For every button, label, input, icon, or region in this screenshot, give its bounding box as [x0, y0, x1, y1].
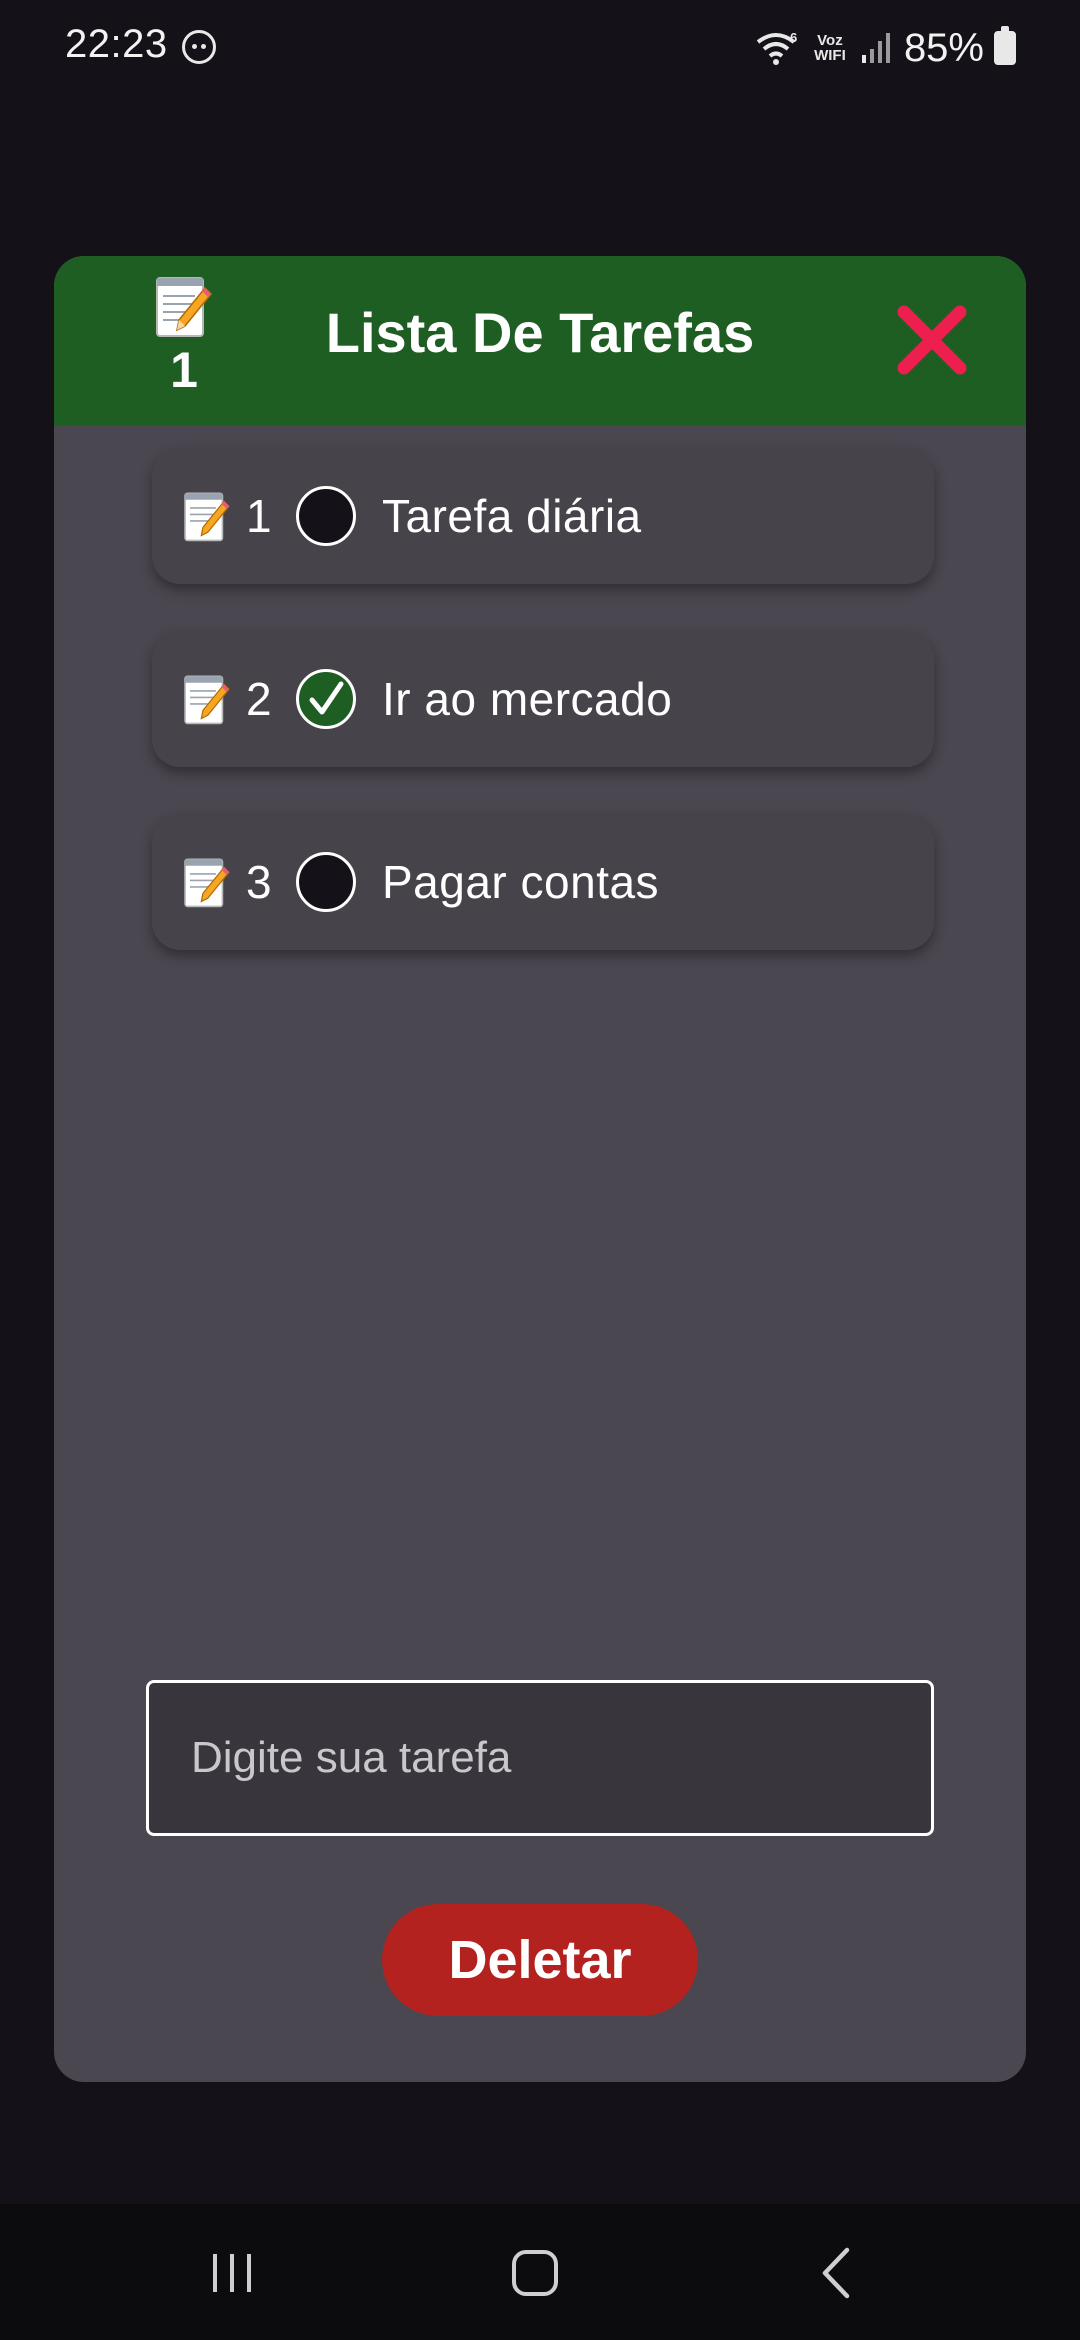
task-item[interactable]: 1 Tarefa diária	[152, 448, 934, 584]
memo-icon	[184, 858, 230, 908]
battery-icon	[994, 26, 1016, 65]
checkmark-icon	[309, 681, 344, 715]
task-text: Tarefa diária	[382, 490, 642, 542]
task-dialog: 1 Lista De Tarefas 1 Tarefa diária 2 Ir …	[54, 256, 1026, 2082]
back-icon[interactable]	[803, 2238, 873, 2308]
task-item[interactable]: 2 Ir ao mercado	[152, 631, 934, 767]
task-index: 2	[246, 673, 272, 725]
voz-label: Voz	[817, 32, 843, 49]
task-text: Ir ao mercado	[382, 673, 673, 725]
signal-icon	[861, 33, 890, 63]
close-icon[interactable]	[892, 300, 972, 380]
dialog-title: Lista De Tarefas	[325, 301, 755, 364]
navigation-bar	[0, 2204, 1080, 2340]
task-input-field	[146, 1680, 934, 1836]
wifi-label: WIFI	[814, 47, 846, 64]
task-checkbox-checked[interactable]	[296, 669, 356, 729]
task-text: Pagar contas	[382, 856, 660, 908]
task-item[interactable]: 3 Pagar contas	[152, 814, 934, 950]
status-bar: 22:23 6 Voz WIFI 85%	[0, 0, 1080, 96]
svg-text:6: 6	[790, 30, 797, 45]
status-icons: 6 Voz WIFI 85%	[756, 22, 1016, 74]
status-time: 22:23	[65, 22, 168, 66]
battery-level: 85%	[903, 25, 984, 70]
home-icon[interactable]	[500, 2238, 570, 2308]
task-index: 3	[246, 856, 272, 908]
dialog-header: 1 Lista De Tarefas	[54, 256, 1026, 426]
delete-button[interactable]: Deletar	[382, 1904, 698, 2016]
task-input[interactable]	[149, 1683, 931, 1833]
task-index: 1	[246, 490, 272, 542]
memo-icon	[184, 492, 230, 542]
task-checkbox[interactable]	[296, 486, 356, 546]
recents-icon[interactable]	[197, 2238, 267, 2308]
wifi-icon: 6	[756, 30, 797, 65]
memo-icon	[184, 675, 230, 725]
task-checkbox[interactable]	[296, 852, 356, 912]
task-list: 1 Tarefa diária 2 Ir ao mercado 3 Pagar …	[152, 448, 934, 997]
notification-cat-icon	[182, 30, 216, 64]
app-screen: 22:23 6 Voz WIFI 85% 1 Lista De Tarefas …	[0, 0, 1080, 2340]
volte-wifi-icon: Voz WIFI	[810, 33, 850, 63]
